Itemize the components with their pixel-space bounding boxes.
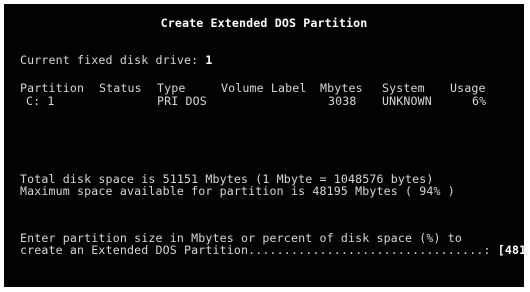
dos-console-screen: Create Extended DOS Partition Current fi…	[4, 4, 524, 287]
header-system: System	[382, 81, 425, 95]
cell-usage: 6%	[472, 94, 487, 108]
prompt-line-2: create an Extended DOS Partition........…	[20, 244, 524, 256]
header-type: Type	[157, 81, 186, 95]
cell-system: UNKNOWN	[382, 94, 432, 108]
max-space-text: Maximum space available for partition is…	[20, 184, 455, 198]
header-usage: Usage	[450, 81, 486, 95]
screen-title: Create Extended DOS Partition	[160, 16, 368, 30]
current-drive-line: Current fixed disk drive: 1	[20, 54, 213, 66]
header-mbytes: Mbytes	[320, 81, 363, 95]
cell-partition: C: 1	[26, 94, 55, 108]
prompt-line-2-text: create an Extended DOS Partition........…	[20, 243, 491, 257]
cell-mbytes: 3038	[328, 94, 357, 108]
header-partition: Partition	[20, 81, 85, 95]
cell-type: PRI DOS	[157, 94, 207, 108]
header-status: Status	[99, 81, 142, 95]
current-drive-label: Current fixed disk drive:	[20, 53, 199, 67]
current-drive-value: 1	[205, 53, 213, 67]
partition-size-input[interactable]: [48195]	[498, 243, 524, 257]
header-volume-label: Volume Label	[221, 81, 307, 95]
